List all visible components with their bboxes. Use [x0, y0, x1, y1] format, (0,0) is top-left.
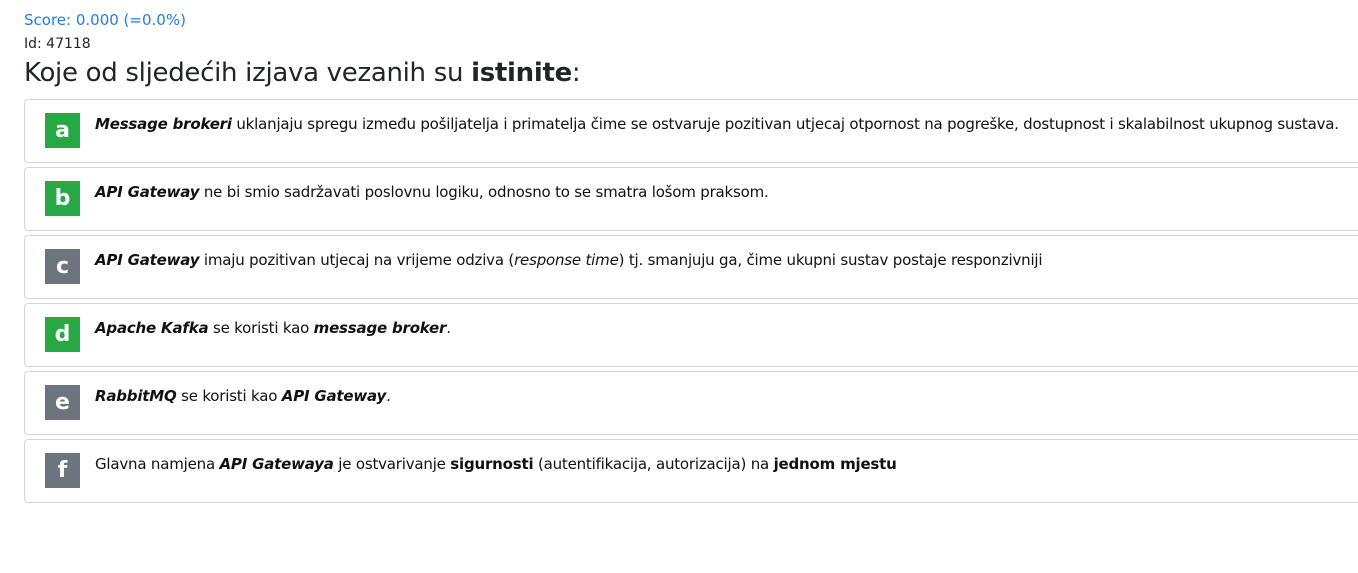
answer-text: Message brokeri uklanjaju spregu između …: [95, 115, 1339, 133]
answer-list: a Message brokeri uklanjaju spregu izmeđ…: [24, 99, 1358, 507]
answer-text-segment: se koristi kao: [176, 387, 282, 405]
question-suffix: :: [571, 58, 581, 88]
answer-letter-badge: a: [45, 113, 80, 148]
answer-text-segment: message broker: [313, 319, 447, 337]
answer-text-segment: sigurnosti: [450, 455, 534, 473]
answer-option-e[interactable]: e RabbitMQ se koristi kao API Gateway.: [24, 371, 1358, 435]
answer-text-segment: se koristi kao: [208, 319, 314, 337]
answer-letter-badge: b: [45, 181, 80, 216]
answer-text-segment: API Gateway: [281, 387, 387, 405]
answer-option-c[interactable]: c API Gateway imaju pozitivan utjecaj na…: [24, 235, 1358, 299]
answer-text-segment: API Gateway: [95, 251, 200, 269]
answer-text-segment: Glavna namjena: [95, 455, 220, 473]
answer-letter-badge: d: [45, 317, 80, 352]
answer-text-segment: RabbitMQ: [95, 387, 177, 405]
answer-text: API Gateway ne bi smio sadržavati poslov…: [95, 183, 769, 201]
answer-text-segment: ) tj. smanjuju ga, čime ukupni sustav po…: [618, 251, 1043, 269]
answer-option-b[interactable]: b API Gateway ne bi smio sadržavati posl…: [24, 167, 1358, 231]
score-text: Score: 0.000 (=0.0%): [24, 11, 186, 29]
answer-option-a[interactable]: a Message brokeri uklanjaju spregu izmeđ…: [24, 99, 1358, 163]
answer-text: RabbitMQ se koristi kao API Gateway.: [95, 387, 391, 405]
answer-letter-badge: f: [45, 453, 80, 488]
answer-text-segment: je ostvarivanje: [333, 455, 451, 473]
answer-text-segment: ne bi smio sadržavati poslovnu logiku, o…: [199, 183, 769, 201]
question-title: Koje od sljedećih izjava vezanih su isti…: [24, 58, 581, 88]
answer-text-segment: response time: [514, 251, 619, 269]
answer-text-segment: Apache Kafka: [95, 319, 209, 337]
answer-text-segment: jednom mjestu: [773, 455, 897, 473]
answer-letter-badge: e: [45, 385, 80, 420]
answer-text-segment: .: [386, 387, 391, 405]
answer-text-segment: .: [446, 319, 451, 337]
answer-letter-badge: c: [45, 249, 80, 284]
answer-text-segment: Message brokeri: [95, 115, 232, 133]
answer-text-segment: (autentifikacija, autorizacija) na: [533, 455, 774, 473]
answer-option-f[interactable]: f Glavna namjena API Gatewaya je ostvari…: [24, 439, 1358, 503]
answer-text-segment: uklanjaju spregu između pošiljatelja i p…: [231, 115, 1339, 133]
answer-text-segment: API Gatewaya: [219, 455, 334, 473]
answer-text: Apache Kafka se koristi kao message brok…: [95, 319, 451, 337]
answer-text-segment: imaju pozitivan utjecaj na vrijeme odziv…: [199, 251, 515, 269]
answer-text: Glavna namjena API Gatewaya je ostvariva…: [95, 455, 897, 473]
answer-option-d[interactable]: d Apache Kafka se koristi kao message br…: [24, 303, 1358, 367]
question-id: Id: 47118: [24, 36, 91, 52]
answer-text-segment: API Gateway: [95, 183, 200, 201]
question-emphasis: istinite: [471, 58, 572, 88]
answer-text: API Gateway imaju pozitivan utjecaj na v…: [95, 251, 1043, 269]
question-prefix: Koje od sljedećih izjava vezanih su: [24, 58, 472, 88]
